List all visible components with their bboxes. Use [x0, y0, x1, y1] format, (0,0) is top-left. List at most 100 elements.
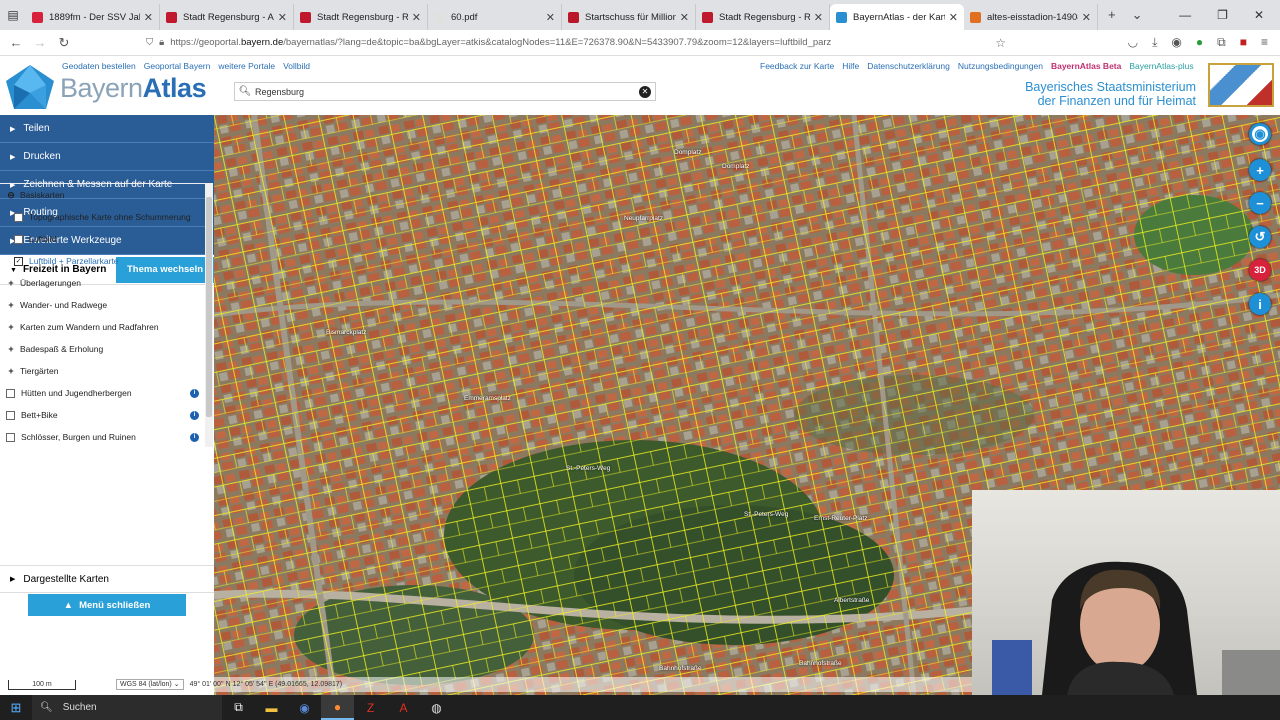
tab-close-icon[interactable]: ✕ [680, 11, 689, 24]
layer-tree-node[interactable]: Topographische Karte ohne Schummerung [0, 206, 205, 228]
tab-close-icon[interactable]: ✕ [144, 11, 153, 24]
info-icon[interactable]: i [190, 410, 199, 420]
tab-close-icon[interactable]: ✕ [814, 11, 823, 24]
beta-link[interactable]: BayernAtlas Beta [1051, 61, 1121, 71]
layer-checkbox[interactable] [6, 410, 15, 420]
header-link[interactable]: Feedback zur Karte [760, 61, 834, 71]
map-street-label: Bahnhofstraße [659, 665, 702, 672]
taskbar-search[interactable]: 🔍︎ Suchen [32, 695, 222, 720]
info-icon[interactable]: i [190, 388, 199, 398]
top-link[interactable]: Vollbild [283, 61, 310, 71]
browser-tab[interactable]: Stadt Regensburg - Regens ✕ [696, 4, 830, 30]
browser-tab[interactable]: Startschuss für Millionen-P ✕ [562, 4, 696, 30]
tab-close-icon[interactable]: ✕ [412, 11, 421, 24]
browser-tab[interactable]: BayernAtlas - der Kartenvi ✕ [830, 4, 964, 30]
minimize-icon[interactable]: — [1179, 8, 1191, 22]
shown-maps-row[interactable]: ▶ Dargestellte Karten [0, 565, 214, 593]
expand-icon[interactable]: + [6, 278, 16, 288]
zoom-out-button[interactable]: − [1249, 192, 1271, 214]
sidebar-menu-item[interactable]: ▶ Teilen [0, 115, 214, 143]
layer-tree-node[interactable]: + Tiergärten [0, 360, 205, 382]
search-input[interactable]: Regensburg [255, 87, 639, 97]
layer-tree-scrollbar[interactable] [205, 183, 213, 447]
plus-link[interactable]: BayernAtlas-plus [1129, 61, 1193, 71]
tab-close-icon[interactable]: ✕ [1082, 11, 1091, 24]
file-explorer-icon[interactable]: ▬ [255, 695, 288, 720]
filezilla-icon[interactable]: Z [354, 695, 387, 720]
browser-tab[interactable]: Stadt Regensburg - Aufzei ✕ [160, 4, 294, 30]
clear-search-icon[interactable]: ✕ [639, 85, 651, 98]
caret-right-icon: ▶ [10, 125, 16, 133]
top-link[interactable]: weitere Portale [218, 61, 275, 71]
search-box[interactable]: 🔍︎ Regensburg ✕ [234, 82, 656, 101]
browser-tab[interactable]: 60.pdf ✕ [428, 4, 562, 30]
zoom-in-button[interactable]: + [1249, 159, 1271, 181]
map-street-label: St.-Peters-Weg [744, 511, 789, 518]
tab-close-icon[interactable]: ✕ [546, 11, 555, 24]
expand-icon[interactable]: + [6, 366, 16, 376]
reload-icon[interactable]: ↻ [52, 35, 76, 51]
acrobat-icon[interactable]: A [387, 695, 420, 720]
layer-checkbox[interactable] [6, 432, 15, 442]
top-link[interactable]: Geoportal Bayern [144, 61, 211, 71]
expand-icon[interactable]: + [6, 344, 16, 354]
layer-tree-node[interactable]: + Überlagerungen [0, 272, 205, 294]
layer-tree-node[interactable]: + Badespaß & Erholung [0, 338, 205, 360]
layer-tree-node[interactable]: + Karten zum Wandern und Radfahren [0, 316, 205, 338]
info-button[interactable]: i [1249, 293, 1271, 315]
chevron-down-icon[interactable]: ⌄ [1132, 7, 1143, 23]
layer-tree-node[interactable]: Hütten und Jugendherbergen i [0, 382, 205, 404]
app-circle-icon[interactable]: ◉ [288, 695, 321, 720]
restore-icon[interactable]: ❐ [1217, 8, 1228, 22]
crs-select[interactable]: WGS 84 (lat/lon) ⌄ [116, 679, 184, 690]
layer-tree-node[interactable]: Bett+Bike i [0, 404, 205, 426]
collapse-icon[interactable]: ⊖ [6, 190, 16, 201]
task-view-icon[interactable]: ⧉ [222, 695, 255, 720]
layer-checkbox[interactable] [14, 212, 23, 222]
locate-icon[interactable]: ◉ [1249, 123, 1271, 145]
header-link[interactable]: Datenschutzerklärung [867, 61, 950, 71]
tab-favicon-icon [434, 11, 445, 23]
forward-icon[interactable]: → [28, 35, 52, 50]
tab-list-icon[interactable]: ▤ [0, 0, 26, 30]
3d-button[interactable]: 3D [1249, 259, 1271, 281]
url-field[interactable]: ⛉ 🔒︎ https://geoportal.bayern.de/bayerna… [146, 32, 1006, 54]
windows-start-icon[interactable]: ⊞ [0, 695, 32, 720]
firefox-icon[interactable]: ● [321, 695, 354, 720]
layer-checkbox[interactable] [14, 234, 23, 244]
rotate-map-icon[interactable]: ↺ [1249, 226, 1271, 248]
tab-close-icon[interactable]: ✕ [278, 11, 287, 24]
account-icon[interactable]: ◉ [1171, 35, 1181, 50]
close-window-icon[interactable]: ✕ [1254, 8, 1264, 22]
layer-checkbox[interactable] [6, 388, 15, 398]
layer-tree-node[interactable]: ✓ Luftbild + Parzellarkarte [0, 250, 205, 272]
browser-tab[interactable]: altes-eisstadion-149083_17 ✕ [964, 4, 1098, 30]
close-menu-button[interactable]: ▲ Menü schließen [28, 594, 186, 616]
browser-tab[interactable]: Stadt Regensburg - Regens ✕ [294, 4, 428, 30]
layer-checkbox[interactable]: ✓ [14, 256, 23, 266]
back-icon[interactable]: ← [4, 35, 28, 50]
download-icon[interactable]: ⤓ [1152, 35, 1157, 50]
info-icon[interactable]: i [190, 432, 199, 442]
expand-icon[interactable]: + [6, 322, 16, 332]
sidebar-menu-item[interactable]: ▶ Drucken [0, 143, 214, 171]
obs-icon[interactable]: ◍ [420, 695, 453, 720]
header-link[interactable]: Nutzungsbedingungen [958, 61, 1043, 71]
new-tab-icon[interactable]: + [1108, 7, 1116, 23]
tab-close-icon[interactable]: ✕ [949, 11, 958, 24]
layer-tree-node[interactable]: Schlösser, Burgen und Ruinen i [0, 426, 205, 447]
pocket-icon[interactable]: ◡ [1128, 35, 1138, 50]
layer-tree-node[interactable]: + Wander- und Radwege [0, 294, 205, 316]
layer-tree-node[interactable]: Luftbild [0, 228, 205, 250]
header-link[interactable]: Hilfe [842, 61, 859, 71]
bookmark-star-icon[interactable]: ☆ [995, 36, 1006, 50]
layer-tree-node[interactable]: ⊖ Basiskarten [0, 184, 205, 206]
addon-red-icon[interactable]: ■ [1240, 35, 1247, 50]
expand-icon[interactable]: + [6, 300, 16, 310]
extension-green-icon[interactable]: ● [1196, 35, 1203, 50]
scrollbar-thumb[interactable] [206, 197, 212, 417]
browser-tab[interactable]: 1889fm - Der SSV Jahn Reg ✕ [26, 4, 160, 30]
extensions-icon[interactable]: ⧉ [1217, 35, 1226, 50]
top-link[interactable]: Geodaten bestellen [62, 61, 136, 71]
menu-icon[interactable]: ≡ [1261, 35, 1268, 50]
